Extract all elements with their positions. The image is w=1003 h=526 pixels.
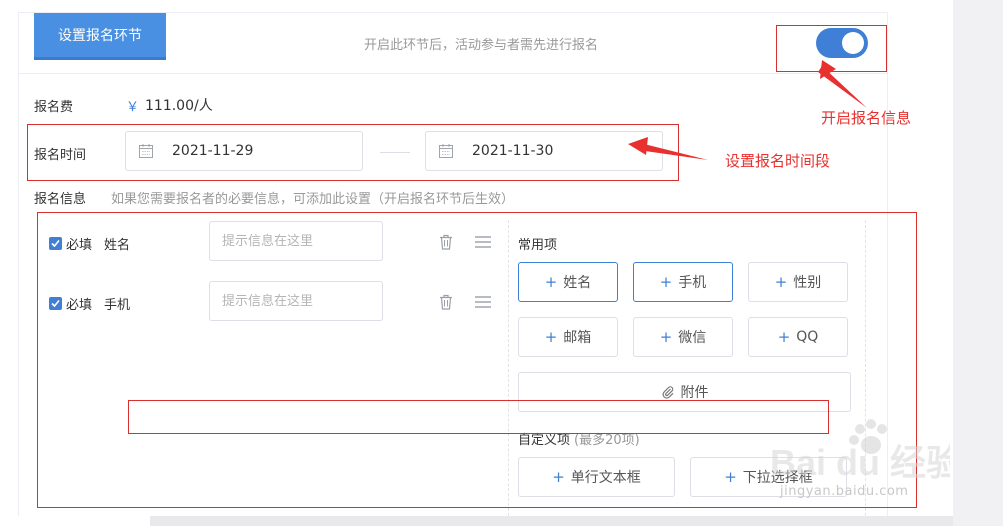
add-single-line-text-button[interactable]: + 单行文本框 (518, 457, 675, 497)
add-gender-button[interactable]: + 性别 (748, 262, 848, 302)
start-date-input[interactable]: 2021-11-29 (125, 131, 363, 171)
arrow-icon (638, 143, 708, 160)
end-date-value: 2021-11-30 (472, 143, 554, 159)
add-name-button[interactable]: + 姓名 (518, 262, 618, 302)
option-label: 邮箱 (563, 330, 592, 346)
add-phone-button[interactable]: + 手机 (633, 262, 733, 302)
required-checkbox[interactable] (49, 297, 62, 310)
field-name: 姓名 (104, 238, 131, 253)
check-icon (51, 239, 60, 248)
info-hint: 如果您需要报名者的必要信息，可添加此设置（开启报名环节后生效） (111, 192, 515, 207)
option-label: 单行文本框 (570, 470, 641, 486)
option-label: 微信 (678, 330, 707, 346)
trash-icon[interactable] (437, 233, 455, 251)
drag-handle-icon[interactable] (474, 293, 492, 311)
check-icon (51, 299, 60, 308)
field-row: 必填 手机 (49, 294, 130, 313)
annotation-enable-info: 开启报名信息 (821, 109, 912, 127)
field-row: 必填 姓名 (49, 234, 130, 253)
option-label: QQ (796, 329, 819, 345)
required-checkbox[interactable] (49, 237, 62, 250)
section-tag: 设置报名环节 (34, 13, 166, 57)
info-label: 报名信息 (34, 192, 87, 207)
plus-icon: + (552, 468, 565, 486)
option-label: 手机 (678, 275, 707, 291)
range-separator (380, 152, 410, 153)
annotation-set-time: 设置报名时间段 (725, 152, 831, 170)
trash-icon[interactable] (437, 293, 455, 311)
watermark-site: jingyan.baidu.com (780, 484, 909, 499)
field-hint-input[interactable] (209, 281, 383, 321)
baidu-paw-icon: Bai du 经验 (770, 419, 962, 483)
add-wechat-button[interactable]: + 微信 (633, 317, 733, 357)
fee-value: 111.00/人 (145, 98, 213, 114)
plus-icon: + (777, 328, 791, 346)
option-label: 姓名 (563, 275, 592, 291)
plus-icon: + (544, 273, 558, 291)
add-qq-button[interactable]: + QQ (748, 317, 848, 357)
field-name: 手机 (104, 298, 131, 313)
time-label: 报名时间 (34, 148, 87, 163)
required-label: 必填 (66, 238, 93, 253)
attachment-highlight-box (128, 400, 829, 434)
section-hint: 开启此环节后，活动参与者需先进行报名 (364, 38, 599, 53)
fee-label: 报名费 (34, 100, 74, 115)
attachment-label: 附件 (680, 385, 709, 401)
common-title: 常用项 (518, 238, 558, 253)
start-date-value: 2021-11-29 (172, 143, 254, 159)
plus-icon: + (544, 328, 558, 346)
field-hint-input[interactable] (209, 221, 383, 261)
paperclip-icon (662, 386, 673, 399)
horizontal-scrollbar[interactable] (150, 516, 953, 526)
option-label: 性别 (793, 275, 822, 291)
calendar-icon (139, 144, 153, 158)
plus-icon: + (724, 468, 737, 486)
drag-handle-icon[interactable] (474, 233, 492, 251)
calendar-icon (439, 144, 453, 158)
watermark-logo: Bai du 经验 (770, 415, 962, 489)
plus-icon: + (659, 273, 673, 291)
plus-icon: + (659, 328, 673, 346)
watermark-brand: Bai du 经验 (770, 442, 950, 483)
page-gutter (953, 0, 1003, 526)
currency-symbol: ￥ (126, 100, 140, 115)
required-label: 必填 (66, 298, 93, 313)
add-email-button[interactable]: + 邮箱 (518, 317, 618, 357)
plus-icon: + (774, 273, 788, 291)
arrowhead-icon (628, 137, 648, 155)
